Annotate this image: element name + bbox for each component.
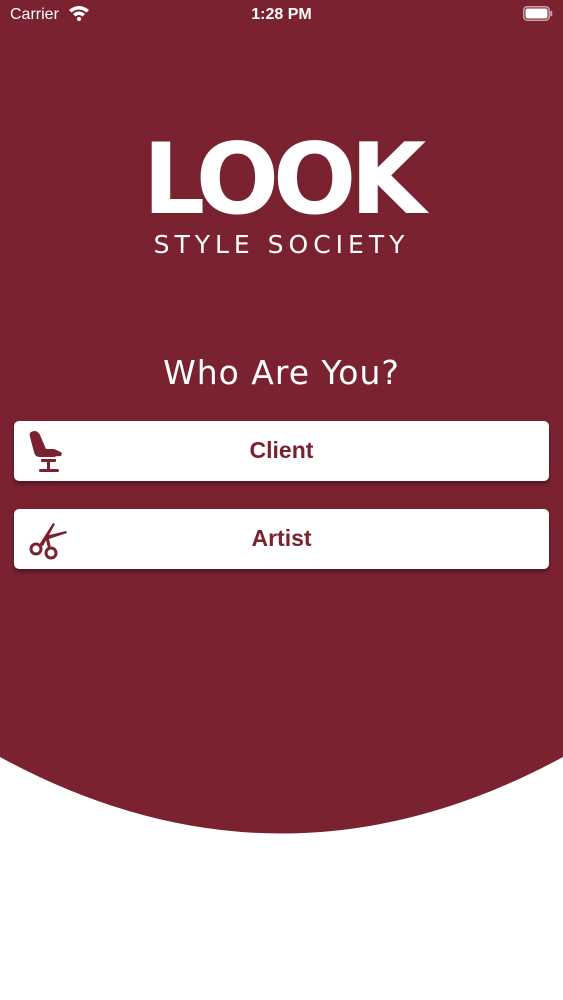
status-time: 1:28 PM [251, 6, 312, 23]
client-button[interactable]: Client [14, 421, 549, 481]
artist-button[interactable]: Artist [14, 509, 549, 569]
battery-icon [523, 6, 553, 26]
logo-wordmark: LOOK [142, 123, 427, 237]
artist-button-label: Artist [251, 525, 312, 551]
logo-tagline: STYLE SOCIETY [153, 230, 410, 259]
role-question: Who Are You? [163, 353, 400, 392]
client-button-label: Client [249, 437, 314, 463]
status-bar: Carrier 1:28 PM [0, 0, 563, 30]
brand-logo: LOOK STYLE SOCIETY [0, 130, 563, 270]
